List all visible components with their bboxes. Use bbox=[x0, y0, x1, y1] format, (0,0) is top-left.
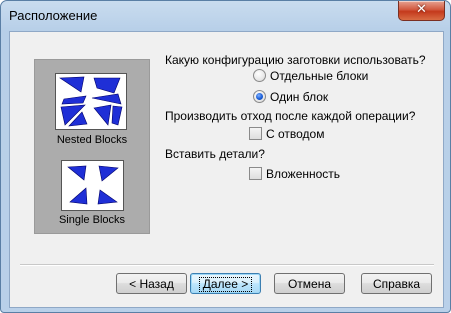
dialog-title: Расположение bbox=[9, 8, 98, 23]
nested-blocks-icon bbox=[59, 76, 123, 127]
cancel-button[interactable]: Отмена bbox=[274, 273, 345, 294]
scrap-checkbox[interactable] bbox=[249, 127, 262, 141]
single-blocks-thumbnail bbox=[61, 160, 124, 211]
next-button[interactable]: Далее > bbox=[190, 273, 261, 294]
single-blocks-label: Single Blocks bbox=[58, 214, 126, 226]
next-button-label: Далее > bbox=[198, 277, 253, 292]
nesting-option[interactable]: Вложенность bbox=[249, 167, 340, 181]
radio-separate-blocks[interactable] bbox=[253, 69, 266, 83]
nested-blocks-thumbnail bbox=[55, 73, 127, 130]
divider bbox=[20, 264, 434, 266]
option-separate-blocks-label: Отдельные блоки bbox=[270, 69, 369, 83]
single-blocks-icon bbox=[67, 165, 119, 205]
config-question: Какую конфигурацию заготовки использоват… bbox=[165, 53, 426, 67]
radio-single-block[interactable] bbox=[253, 90, 266, 104]
back-button[interactable]: < Назад bbox=[116, 273, 187, 294]
dialog-window: Расположение ✕ Nested Blocks Single Bloc… bbox=[0, 0, 451, 313]
help-button[interactable]: Справка bbox=[361, 273, 432, 294]
scrap-option[interactable]: С отводом bbox=[249, 127, 324, 141]
insert-question: Вставить детали? bbox=[165, 147, 265, 161]
scrap-question: Производить отход после каждой операции? bbox=[165, 109, 416, 123]
scrap-checkbox-label: С отводом bbox=[266, 127, 325, 141]
option-single-block[interactable]: Один блок bbox=[253, 90, 328, 104]
nesting-checkbox[interactable] bbox=[249, 167, 262, 181]
dialog-body: Nested Blocks Single Blocks Какую конфиг… bbox=[9, 31, 444, 308]
option-separate-blocks[interactable]: Отдельные блоки bbox=[253, 69, 368, 83]
nested-blocks-label: Nested Blocks bbox=[56, 134, 128, 146]
close-icon: ✕ bbox=[416, 2, 427, 17]
layout-preview-panel: Nested Blocks Single Blocks bbox=[34, 59, 150, 234]
option-single-block-label: Один блок bbox=[270, 90, 329, 104]
nesting-checkbox-label: Вложенность bbox=[266, 167, 341, 181]
close-button[interactable]: ✕ bbox=[398, 1, 445, 21]
